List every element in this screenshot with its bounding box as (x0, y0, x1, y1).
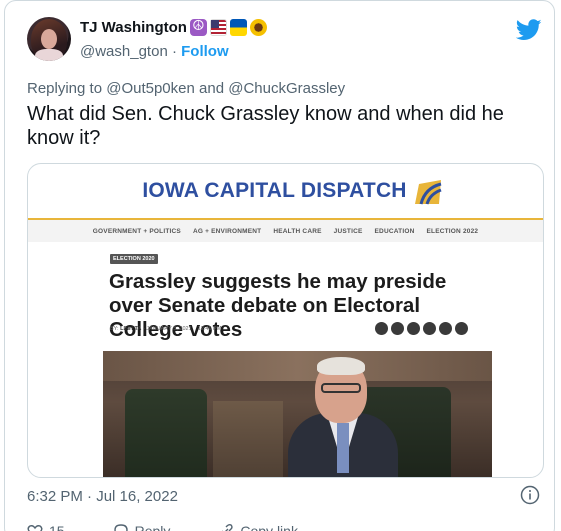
user-name-row: TJ Washington (80, 18, 267, 36)
tweet-timestamp[interactable]: 6:32 PM · Jul 16, 2022 (27, 488, 178, 505)
tweet-actions: 15 Reply Copy link (27, 523, 298, 531)
share-twitter-icon (375, 322, 388, 335)
avatar-face (41, 29, 57, 49)
share-print-icon (455, 322, 468, 335)
display-name[interactable]: TJ Washington (80, 19, 187, 36)
ukraine-flag-icon (229, 19, 247, 36)
reply-icon (113, 524, 128, 531)
copy-link-label: Copy link (240, 523, 298, 531)
photo-wall-panel (103, 351, 492, 381)
byline-time: 12:46 PM (197, 326, 222, 332)
byline-author: LINH TA (120, 326, 142, 332)
us-flag-icon (209, 19, 227, 36)
like-action[interactable]: 15 (27, 523, 65, 531)
sunflower-icon (249, 19, 267, 36)
replying-to: Replying to @Out5p0ken and @ChuckGrassle… (27, 80, 345, 97)
replying-prefix: Replying to (27, 80, 103, 97)
nav-item: GOVERNMENT + POLITICS (92, 227, 181, 235)
handle-row: @wash_gton · Follow (80, 43, 229, 60)
separator-dot: · (171, 43, 177, 60)
peace-icon (189, 18, 207, 36)
news-nav-bar: GOVERNMENT + POLITICS AG + ENVIRONMENT H… (28, 218, 543, 242)
follow-button[interactable]: Follow (181, 43, 229, 60)
reply-action[interactable]: Reply (113, 523, 171, 531)
like-count: 15 (49, 523, 65, 531)
reply-label: Reply (134, 523, 171, 531)
avatar[interactable] (27, 17, 71, 61)
news-masthead: IOWA CAPITAL DISPATCH (28, 164, 543, 218)
section-tag: ELECTION 2020 (110, 254, 158, 264)
photo-desk (213, 401, 283, 477)
share-icons (375, 322, 468, 335)
tweet-card: TJ Washington @wash_gton · Follow Replyi… (4, 0, 555, 531)
byline-date: - JANUARY 5, 2021 (142, 326, 192, 332)
replying-conjunction: and (199, 80, 225, 97)
link-icon (222, 523, 234, 531)
avatar-shirt (35, 49, 63, 61)
share-link-icon (439, 322, 452, 335)
article-byline: BY: LINH TA - JANUARY 5, 2021 12:46 PM (110, 326, 221, 332)
masthead-title: IOWA CAPITAL DISPATCH (142, 179, 407, 202)
nav-item: AG + ENVIRONMENT (192, 227, 262, 235)
info-icon[interactable] (520, 485, 540, 505)
twitter-bird-icon[interactable] (516, 19, 542, 41)
user-handle[interactable]: @wash_gton (80, 43, 168, 60)
nav-item: ELECTION 2022 (426, 227, 479, 235)
photo-person-tie (337, 423, 349, 473)
share-email-icon (423, 322, 436, 335)
tweet-media-image[interactable]: IOWA CAPITAL DISPATCH GOVERNMENT + POLIT… (27, 163, 544, 478)
photo-person-glasses (321, 383, 361, 393)
photo-person-hair (317, 357, 365, 375)
share-facebook-icon (407, 322, 420, 335)
mention-link[interactable]: @ChuckGrassley (228, 80, 345, 97)
copy-link-action[interactable]: Copy link (218, 523, 298, 531)
tweet-text: What did Sen. Chuck Grassley know and wh… (27, 103, 504, 149)
share-linkedin-icon (391, 322, 404, 335)
masthead-logo-icon (414, 180, 442, 205)
nav-item: JUSTICE (333, 227, 363, 235)
nav-item: EDUCATION (374, 227, 415, 235)
heart-icon (27, 525, 43, 531)
mention-link[interactable]: @Out5p0ken (106, 80, 195, 97)
nav-item: HEALTH CARE (273, 227, 322, 235)
byline-prefix: BY: (110, 326, 119, 332)
article-photo (103, 351, 492, 477)
photo-chair-left (125, 389, 207, 477)
